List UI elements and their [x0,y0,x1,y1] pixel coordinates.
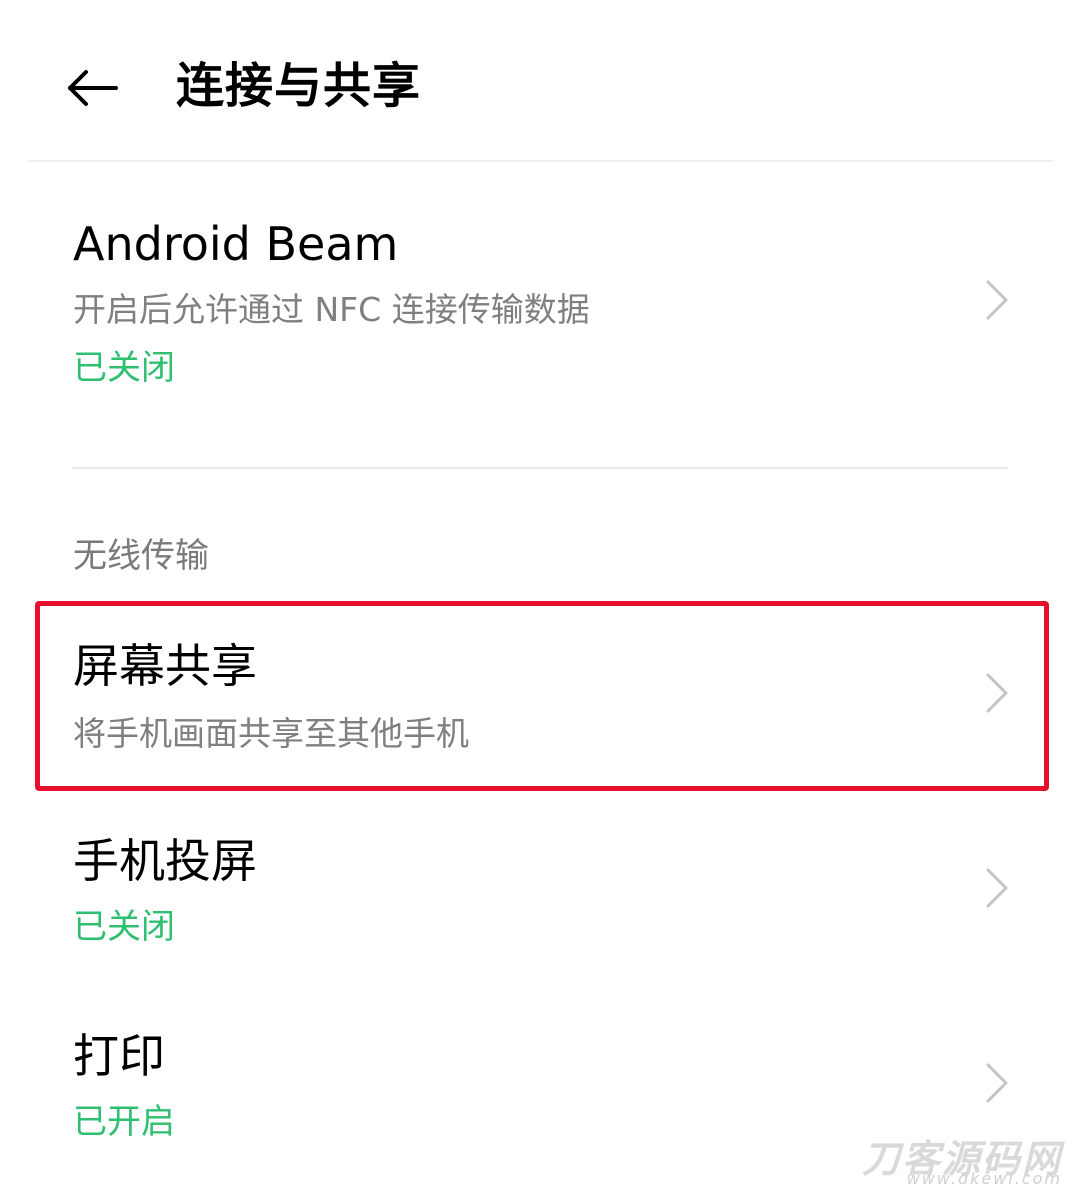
section-header-wireless: 无线传输 [73,536,209,576]
screen-share-title: 屏幕共享 [73,639,257,693]
android-beam-item[interactable]: Android Beam 开启后允许通过 NFC 连接传输数据 已关闭 [0,190,1080,450]
header-divider [28,160,1053,162]
chevron-right-icon [986,868,1008,908]
screen-cast-status: 已关闭 [73,907,175,947]
page-title: 连接与共享 [176,58,422,114]
chevron-right-icon [986,673,1008,713]
screen-cast-item[interactable]: 手机投屏 已关闭 [0,805,1080,980]
android-beam-title: Android Beam [73,217,399,271]
back-button[interactable] [60,58,124,118]
settings-screen: 连接与共享 Android Beam 开启后允许通过 NFC 连接传输数据 已关… [0,0,1080,1194]
chevron-right-icon [986,280,1008,320]
chevron-right-icon [986,1063,1008,1103]
print-item[interactable]: 打印 已开启 [0,1000,1080,1175]
android-beam-subtitle: 开启后允许通过 NFC 连接传输数据 [73,290,590,329]
screen-share-subtitle: 将手机画面共享至其他手机 [73,714,469,753]
app-header: 连接与共享 [0,0,1080,162]
screen-share-item[interactable]: 屏幕共享 将手机画面共享至其他手机 [0,610,1080,780]
section-divider [72,467,1008,469]
screen-cast-title: 手机投屏 [73,834,257,888]
arrow-left-icon [68,70,118,106]
print-status: 已开启 [73,1102,175,1142]
print-title: 打印 [73,1029,165,1083]
android-beam-status: 已关闭 [73,348,175,388]
